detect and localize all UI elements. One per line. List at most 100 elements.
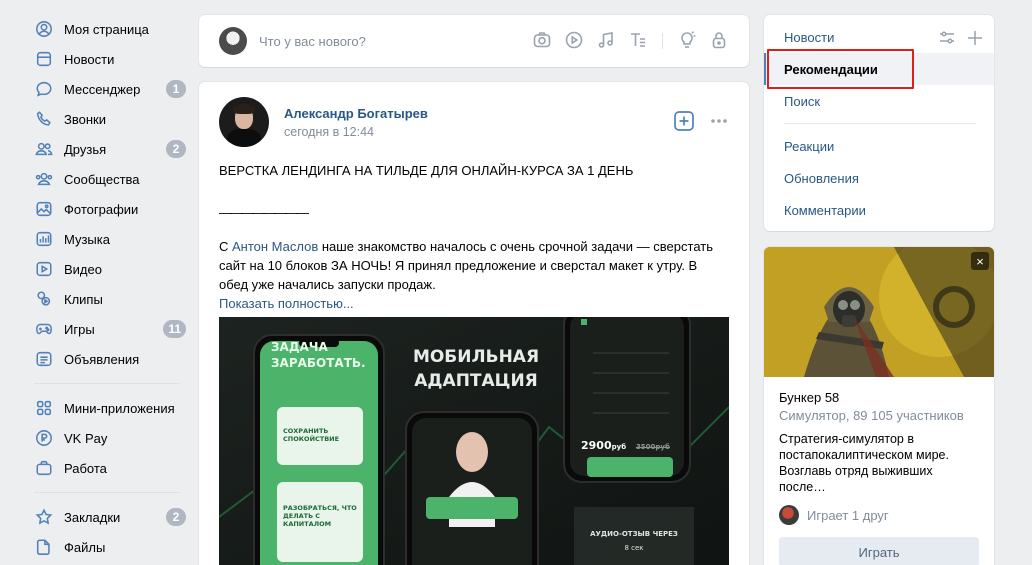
idea-icon[interactable]	[677, 30, 697, 53]
nav-item-files[interactable]: Файлы	[28, 532, 188, 562]
settings-sliders-icon[interactable]	[938, 29, 956, 50]
phone-title-line-1: ЗАДАЧА	[271, 340, 328, 354]
nav-label: Сообщества	[64, 171, 140, 187]
work-icon	[34, 458, 54, 478]
nav-label: Мессенджер	[64, 81, 141, 97]
nav-divider	[34, 383, 180, 384]
friends-playing-text: Играет 1 друг	[807, 507, 889, 523]
lock-icon[interactable]	[709, 30, 729, 53]
nav-item-work[interactable]: Работа	[28, 453, 188, 483]
nav-item-games[interactable]: Игры 11	[28, 314, 188, 344]
nav-item-friends[interactable]: Друзья 2	[28, 134, 188, 164]
post-composer[interactable]: Что у вас нового?	[199, 15, 749, 67]
game-promo-card: × Бункер 58 Симулятор, 89 105 участников…	[764, 247, 994, 565]
phone-left-title: ЗАДАЧА ЗАРАБОТАТЬ.	[271, 339, 366, 371]
post-author-link[interactable]: Александр Богатырев	[284, 106, 428, 121]
mention-link[interactable]: Антон Маслов	[232, 239, 318, 254]
tools-divider	[662, 33, 663, 49]
game-cover-artwork	[764, 247, 994, 377]
show-more-link[interactable]: Показать полностью...	[219, 294, 729, 313]
filter-comments[interactable]: Комментарии	[764, 194, 994, 226]
phone-card-2: РАЗОБРАТЬСЯ, ЧТО ДЕЛАТЬ С КАПИТАЛОМ	[277, 482, 363, 562]
feed-filter-menu: Новости Рекомендации Поиск Реакции Обнов…	[764, 15, 994, 231]
post-meta: Александр Богатырев сегодня в 12:44	[284, 106, 428, 139]
highlight-annotation	[767, 49, 914, 89]
friend-avatar[interactable]	[779, 505, 799, 525]
nav-item-calls[interactable]: Звонки	[28, 104, 188, 134]
game-description: Стратегия-симулятор в постапокалиптическ…	[779, 431, 979, 495]
nav-item-messenger[interactable]: Мессенджер 1	[28, 74, 188, 104]
files-icon	[34, 537, 54, 557]
filter-updates[interactable]: Обновления	[764, 162, 994, 194]
article-icon[interactable]	[628, 30, 648, 53]
filter-search[interactable]: Поиск	[764, 85, 994, 117]
filter-actions	[938, 29, 984, 50]
nav-label: Закладки	[64, 509, 121, 525]
nav-item-ads[interactable]: Объявления	[28, 344, 188, 374]
subscribe-icon[interactable]	[673, 110, 695, 135]
nav-label: Клипы	[64, 291, 103, 307]
nav-item-photos[interactable]: Фотографии	[28, 194, 188, 224]
nav-item-news[interactable]: Новости	[28, 44, 188, 74]
close-icon[interactable]: ×	[971, 252, 989, 270]
game-desc-line: Возглавь отряд выживших после…	[779, 464, 933, 494]
game-cover-image[interactable]: ×	[764, 247, 994, 377]
video-icon	[34, 259, 54, 279]
nav-item-video[interactable]: Видео	[28, 254, 188, 284]
game-desc-line: Стратегия-симулятор в	[779, 432, 914, 446]
game-friends: Играет 1 друг	[779, 505, 979, 525]
text-prefix: С	[219, 239, 232, 254]
composer-tools	[532, 30, 729, 53]
bookmark-icon	[34, 507, 54, 527]
menu-divider	[784, 123, 976, 124]
filter-label: Обновления	[784, 170, 859, 186]
nav-label: Друзья	[64, 141, 107, 157]
nav-label: Игры	[64, 321, 95, 337]
post-time[interactable]: сегодня в 12:44	[284, 125, 428, 139]
play-button[interactable]: Играть	[779, 537, 979, 565]
nav-item-bookmarks[interactable]: Закладки 2	[28, 502, 188, 532]
nav-item-communities[interactable]: Сообщества	[28, 164, 188, 194]
avatar[interactable]	[219, 27, 247, 55]
price-block: 2900руб 3500руб	[581, 439, 670, 452]
filter-label: Реакции	[784, 138, 835, 154]
game-subtitle: Симулятор, 89 105 участников	[779, 408, 964, 423]
audio-review: АУДИО-ОТЗЫВ ЧЕРЕЗ 8 сек	[579, 527, 689, 555]
post-image[interactable]: МОБИЛЬНАЯ АДАПТАЦИЯ ЗАДАЧА ЗАРАБОТАТЬ. С…	[219, 317, 729, 565]
nav-item-my-page[interactable]: Моя страница	[28, 14, 188, 44]
nav-item-music[interactable]: Музыка	[28, 224, 188, 254]
nav-item-clips[interactable]: Клипы	[28, 284, 188, 314]
author-avatar[interactable]	[219, 97, 269, 147]
left-navigation: Моя страница Новости Мессенджер 1 Звонки…	[28, 14, 188, 562]
communities-icon	[34, 169, 54, 189]
nav-item-vk-pay[interactable]: VK Pay	[28, 423, 188, 453]
camera-icon[interactable]	[532, 30, 552, 53]
friends-icon	[34, 139, 54, 159]
photos-icon	[34, 199, 54, 219]
nav-label: Файлы	[64, 539, 106, 555]
filter-reactions[interactable]: Реакции	[764, 130, 994, 162]
image-heading-line-2: АДАПТАЦИЯ	[414, 371, 538, 391]
old-price: 3500руб	[635, 443, 670, 451]
image-heading-line-1: МОБИЛЬНАЯ	[412, 347, 540, 367]
text-fragment: наше знакомство началось с очень срочной…	[318, 239, 713, 254]
composer-input[interactable]: Что у вас нового?	[259, 34, 532, 49]
more-options-icon[interactable]	[709, 111, 729, 134]
price-value: 2900	[581, 439, 612, 452]
nav-label: Видео	[64, 261, 102, 277]
nav-divider	[34, 492, 180, 493]
music-note-icon[interactable]	[596, 30, 616, 53]
nav-label: VK Pay	[64, 430, 108, 446]
game-desc-line: постапокалиптическом мире.	[779, 448, 949, 462]
nav-item-mini-apps[interactable]: Мини-приложения	[28, 393, 188, 423]
post-paragraph-line: обед уже начались запуски продаж.	[219, 277, 436, 292]
price-unit: руб	[611, 443, 627, 451]
game-info: Бункер 58 Симулятор, 89 105 участников С…	[764, 377, 994, 565]
vkpay-icon	[34, 428, 54, 448]
nav-label: Новости	[64, 51, 115, 67]
messenger-icon	[34, 79, 54, 99]
game-title[interactable]: Бункер 58	[779, 390, 979, 405]
post-paragraph-line: сайт на 10 блоков ЗА НОЧЬ! Я принял пред…	[219, 258, 698, 273]
add-icon[interactable]	[966, 29, 984, 50]
video-play-icon[interactable]	[564, 30, 584, 53]
